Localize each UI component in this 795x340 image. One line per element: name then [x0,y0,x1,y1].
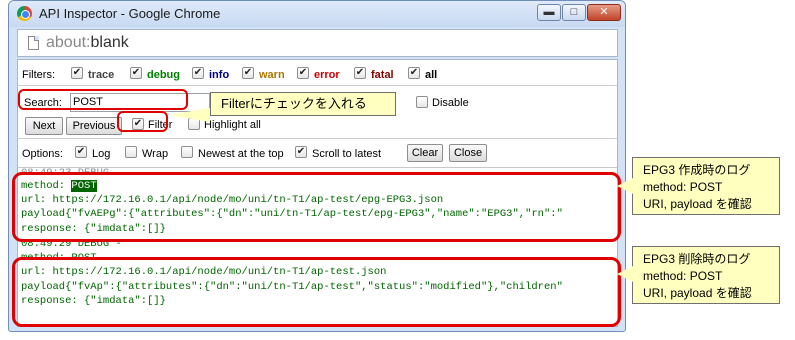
create-callout-line2: method: POST [643,180,723,194]
address-bar[interactable]: about:blank [17,29,618,57]
previous-button[interactable]: Previous [66,117,122,135]
log-checkbox[interactable]: ✔ [75,146,87,158]
disable-checkbox[interactable] [416,96,428,108]
filter-callout: Filterにチェックを入れる [210,92,396,116]
scroll-to-latest-label: Scroll to latest [312,148,382,160]
delete-callout-line3: URI, payload を確認 [643,286,752,300]
minimize-button[interactable]: ▬ [537,4,561,21]
scroll-to-latest-checkbox[interactable]: ✔ [295,146,307,158]
wrap-checkbox[interactable] [125,146,137,158]
filter-trace-checkbox[interactable]: ✔ [71,67,83,79]
filter-highlight-box [117,111,168,132]
filter-callout-pointer [168,108,210,122]
address-path: blank [90,34,129,51]
disable-label: Disable [432,97,469,109]
options-label: Options: [22,148,63,160]
create-callout-pointer [617,178,633,194]
filter-error-label: error [314,69,340,81]
title-bar: API Inspector - Google Chrome ▬ □ ✕ [9,1,625,27]
filters-label: Filters: [22,69,55,81]
create-callout-line1: EPG3 作成時のログ [643,163,751,177]
delete-callout-line1: EPG3 削除時のログ [643,252,751,266]
filter-fatal-label: fatal [371,69,394,81]
create-callout: EPG3 作成時のログ method: POST URI, payload を確… [632,157,780,215]
newest-at-top-checkbox[interactable] [181,146,193,158]
filter-info-checkbox[interactable]: ✔ [192,67,204,79]
address-text: about:blank [46,34,129,52]
delete-log-highlight-box [12,257,621,327]
options-row: Options: ✔ Log Wrap Newest at the top ✔ … [18,138,617,166]
filter-error-checkbox[interactable]: ✔ [297,67,309,79]
delete-callout-pointer [617,266,633,282]
address-protocol: about: [46,34,91,51]
filter-fatal-checkbox[interactable]: ✔ [354,67,366,79]
clear-button[interactable]: Clear [407,144,443,162]
filter-info-label: info [209,69,230,81]
filter-all-checkbox[interactable]: ✔ [408,67,420,79]
delete-callout: EPG3 削除時のログ method: POST URI, payload を確… [632,246,780,304]
next-button[interactable]: Next [25,117,63,135]
filters-row: Filters: ✔ trace ✔ debug ✔ info ✔ warn ✔… [18,60,617,86]
chrome-logo-icon [17,6,32,21]
log-label: Log [92,148,111,160]
filter-all-label: all [425,69,438,81]
close-window-button[interactable]: ✕ [587,4,621,21]
create-log-highlight-box [12,172,621,242]
window-title: API Inspector - Google Chrome [39,6,221,21]
page-icon [28,36,39,50]
filter-warn-label: warn [259,69,285,81]
create-callout-line3: URI, payload を確認 [643,197,752,211]
filter-warn-checkbox[interactable]: ✔ [242,67,254,79]
highlight-all-label: Highlight all [204,119,261,131]
search-highlight-box [18,89,188,110]
newest-at-top-label: Newest at the top [198,148,284,160]
filter-trace-label: trace [88,69,115,81]
delete-callout-line2: method: POST [643,269,723,283]
close-button[interactable]: Close [449,144,487,162]
filter-callout-text: Filterにチェックを入れる [221,96,367,111]
wrap-label: Wrap [142,148,169,160]
filter-debug-label: debug [147,69,180,81]
maximize-button[interactable]: □ [562,4,586,21]
filter-debug-checkbox[interactable]: ✔ [130,67,142,79]
